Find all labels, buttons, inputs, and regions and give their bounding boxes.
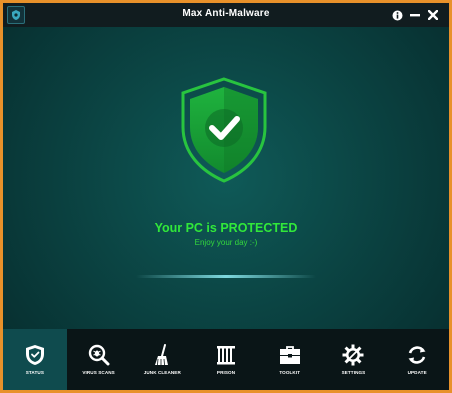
gear-icon (342, 344, 364, 366)
minimize-button[interactable] (407, 6, 423, 24)
close-button[interactable] (425, 6, 441, 24)
info-icon (392, 10, 402, 20)
toolbox-icon (279, 346, 300, 364)
app-window: Max Anti-Malware Your PC is PROTECTED En… (3, 3, 449, 390)
bottom-nav: STATUS VIRUS SCANS JUNK CLEANER PRISON T… (3, 329, 449, 390)
nav-item-virus-scans[interactable]: VIRUS SCANS (67, 329, 131, 390)
nav-item-prison[interactable]: PRISON (194, 329, 258, 390)
nav-item-update[interactable]: UPDATE (385, 329, 449, 390)
protection-status-subtitle: Enjoy your day :-) (194, 238, 258, 247)
nav-item-status[interactable]: STATUS (3, 329, 67, 390)
nav-label-prison: PRISON (216, 370, 236, 375)
protection-status-title: Your PC is PROTECTED (154, 221, 298, 235)
info-button[interactable] (389, 6, 405, 24)
nav-item-settings[interactable]: SETTINGS (322, 329, 386, 390)
nav-label-status: STATUS (25, 370, 44, 375)
magnifier-bug-icon (88, 344, 110, 366)
nav-item-toolkit[interactable]: TOOLKIT (258, 329, 322, 390)
broom-icon (155, 344, 169, 366)
minimize-icon (410, 14, 420, 17)
close-icon (428, 10, 438, 20)
nav-label-toolkit: TOOLKIT (279, 370, 301, 375)
nav-label-settings: SETTINGS (341, 370, 366, 375)
nav-label-update: UPDATE (407, 370, 427, 375)
window-title: Max Anti-Malware (182, 8, 270, 19)
nav-label-junk-cleaner: JUNK CLEANER (143, 370, 181, 375)
nav-item-junk-cleaner[interactable]: JUNK CLEANER (130, 329, 194, 390)
nav-label-virus-scans: VIRUS SCANS (82, 370, 115, 375)
title-bar: Max Anti-Malware (3, 3, 449, 27)
shield-check-icon (179, 77, 269, 183)
prison-bars-icon (217, 346, 236, 365)
refresh-icon (408, 346, 426, 364)
status-panel: Your PC is PROTECTED Enjoy your day :-) (3, 27, 449, 329)
divider-glow (136, 275, 316, 278)
shield-icon (25, 345, 44, 365)
